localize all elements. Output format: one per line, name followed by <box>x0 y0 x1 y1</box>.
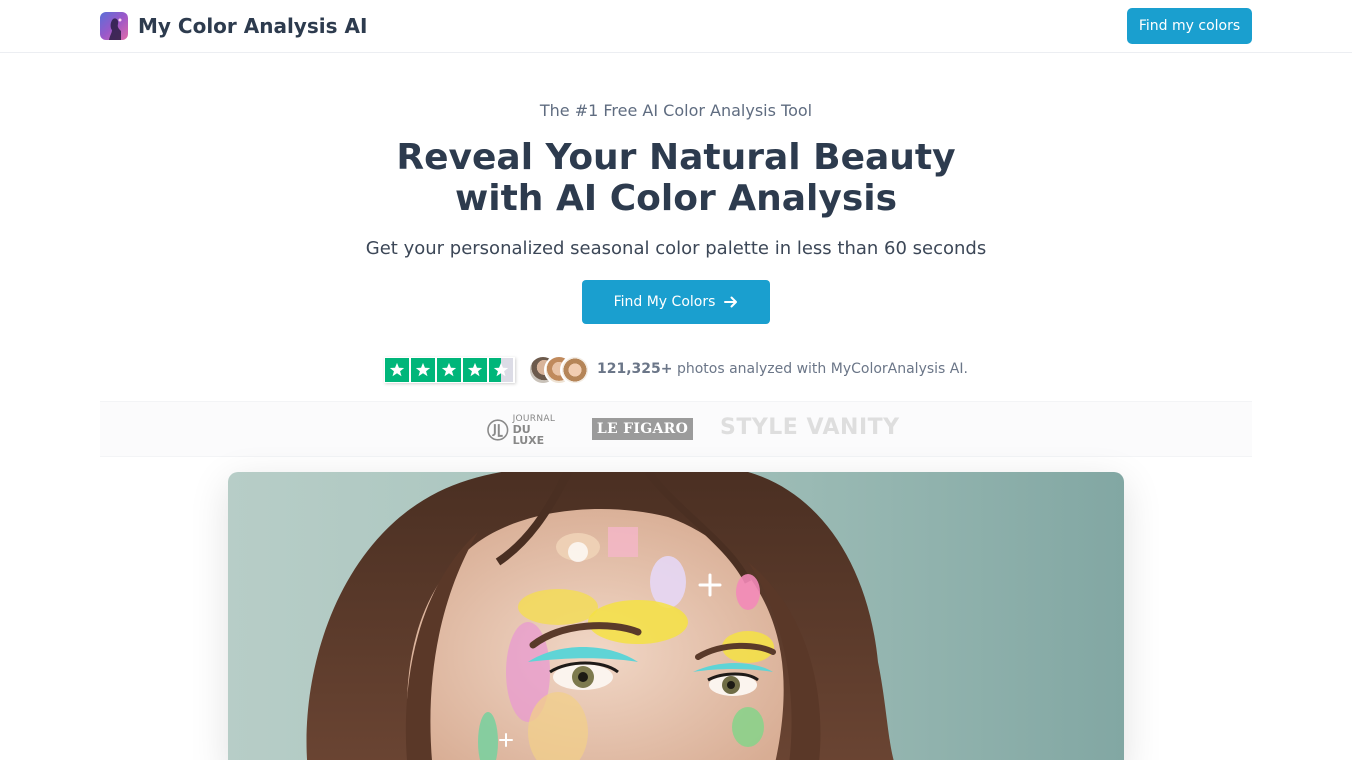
woman-silhouette-logo-icon <box>100 12 128 40</box>
jdl-line-2: DU LUXE <box>512 422 545 447</box>
star-icon <box>385 358 409 382</box>
avatar <box>560 355 590 385</box>
journal-du-luxe-emblem-icon <box>487 419 509 441</box>
find-my-colors-nav-button[interactable]: Find my colors <box>1127 8 1252 44</box>
journal-du-luxe-text: JOURNAL DU LUXE <box>512 413 565 447</box>
hero-face-image <box>228 472 1124 760</box>
hero-headline: Reveal Your Natural Beauty with AI Color… <box>0 137 1352 219</box>
photos-analyzed-label: photos analyzed with MyColorAnalysis AI. <box>676 361 968 377</box>
press-logos-bar: JOURNAL DU LUXE LE FIGARO STYLE VANITY <box>100 401 1252 457</box>
star-icon <box>463 358 487 382</box>
hero-subheadline: Get your personalized seasonal color pal… <box>365 238 987 259</box>
hero-cta-label: Find My Colors <box>613 294 716 310</box>
brand-name: My Color Analysis AI <box>138 14 368 38</box>
photos-analyzed-count: 121,325+ <box>597 361 673 377</box>
user-avatars <box>528 355 590 385</box>
arrow-right-icon <box>724 295 738 309</box>
half-star-icon <box>489 358 513 382</box>
style-vanity-logo: STYLE VANITY <box>720 415 900 440</box>
jdl-line-1: JOURNAL <box>512 413 556 424</box>
trustpilot-rating <box>384 357 515 383</box>
star-icon <box>411 358 435 382</box>
site-header: My Color Analysis AI Find my colors <box>0 0 1352 53</box>
journal-du-luxe-logo: JOURNAL DU LUXE <box>487 413 565 447</box>
find-my-colors-hero-button[interactable]: Find My Colors <box>582 280 770 324</box>
photos-analyzed-text: 121,325+ photos analyzed with MyColorAna… <box>597 361 968 377</box>
le-figaro-logo: LE FIGARO <box>592 418 693 440</box>
headline-line-2: with AI Color Analysis <box>454 178 898 219</box>
star-icon <box>437 358 461 382</box>
hero-eyebrow: The #1 Free AI Color Analysis Tool <box>539 101 813 120</box>
headline-line-1: Reveal Your Natural Beauty <box>396 137 956 178</box>
brand-link[interactable]: My Color Analysis AI <box>100 12 367 40</box>
